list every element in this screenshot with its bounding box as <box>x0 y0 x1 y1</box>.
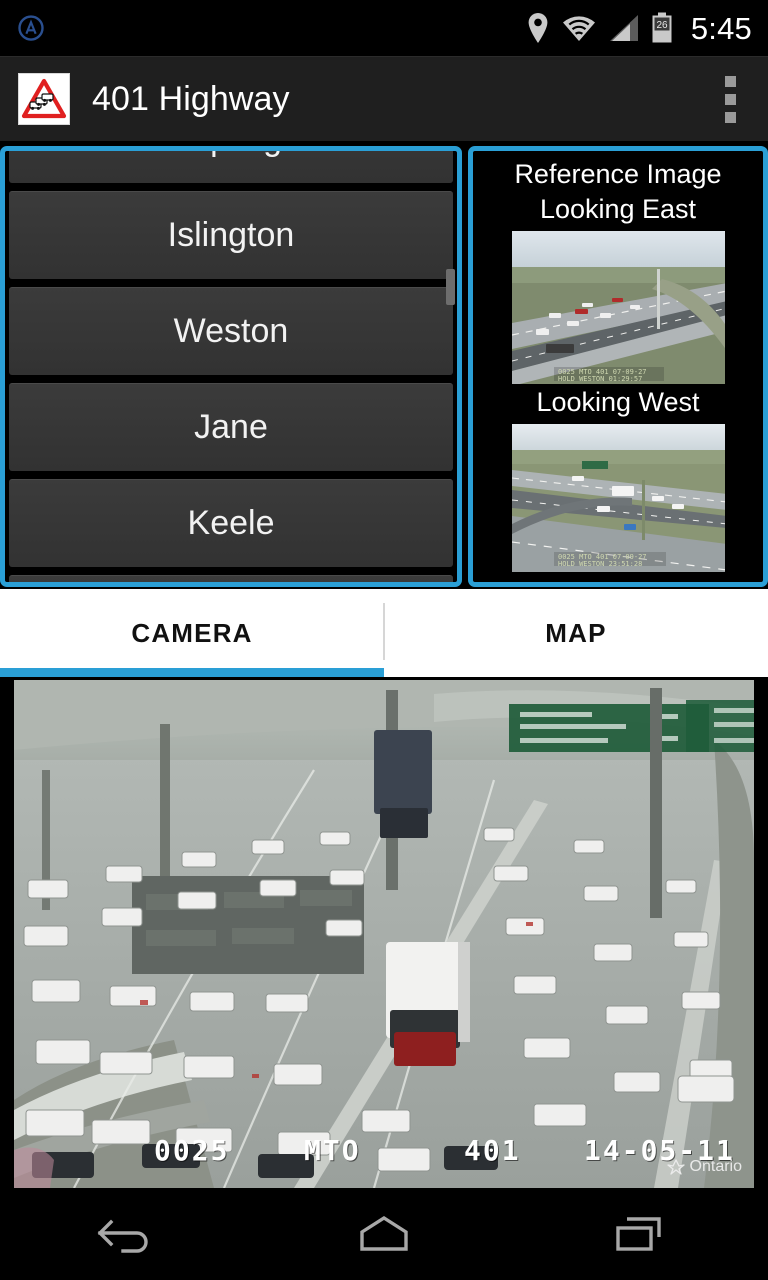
status-bar-icons: 26 5:45 <box>526 12 752 44</box>
overflow-dot <box>724 75 736 87</box>
ontario-watermark: Ontario <box>666 1158 742 1176</box>
vertical-scrollbar[interactable] <box>446 269 455 305</box>
camera-image[interactable]: 0025 MTO 401 14-05-11 HOLD WESTON 17:44:… <box>14 680 754 1188</box>
reference-thumb-west[interactable]: 0025 MTO 401 07-09-27 HOLD WESTON 23:51:… <box>510 423 726 573</box>
trillium-icon <box>666 1159 685 1175</box>
station-list-panel[interactable]: Kipling Islington Weston Jane Keele <box>0 146 462 587</box>
reference-image-title: Reference Image <box>514 159 722 189</box>
location-pin-icon <box>526 12 550 44</box>
tab-label: CAMERA <box>131 617 253 648</box>
svg-text:HOLD WESTON 01:29:57: HOLD WESTON 01:29:57 <box>558 375 642 383</box>
cellular-signal-icon <box>608 13 640 43</box>
status-bar-clock: 5:45 <box>690 10 752 46</box>
status-bar: 26 5:45 <box>0 0 768 56</box>
back-icon[interactable] <box>53 1188 203 1280</box>
system-navigation-bar <box>0 1188 768 1280</box>
overlay-camera-id: 0025 <box>154 1134 230 1167</box>
overlay-agency: MTO <box>304 1134 361 1167</box>
list-item[interactable] <box>9 575 453 582</box>
top-content-row: Kipling Islington Weston Jane Keele <box>0 141 768 589</box>
list-item[interactable]: Islington <box>9 191 453 279</box>
list-item[interactable]: Jane <box>9 383 453 471</box>
tab-divider <box>383 603 385 660</box>
battery-level-text: 26 <box>656 20 668 31</box>
list-item[interactable]: Keele <box>9 479 453 567</box>
status-bar-notifications <box>16 13 526 43</box>
looking-east-label: Looking East <box>539 194 697 224</box>
page-title: 401 Highway <box>92 79 290 118</box>
overflow-menu-icon[interactable] <box>710 69 750 129</box>
svg-text:HOLD WESTON 23:51:28: HOLD WESTON 23:51:28 <box>558 560 642 568</box>
looking-west-label: Looking West <box>536 387 700 417</box>
camera-overlay-line1: 0025 MTO 401 14-05-11 <box>154 1136 735 1166</box>
list-item[interactable]: Weston <box>9 287 453 375</box>
home-icon[interactable] <box>309 1188 459 1280</box>
wifi-icon <box>561 13 597 43</box>
tab-bar: CAMERA MAP <box>0 589 768 677</box>
tab-camera[interactable]: CAMERA <box>0 589 384 677</box>
tab-label: MAP <box>545 617 607 648</box>
camera-overlay-text: 0025 MTO 401 14-05-11 HOLD WESTON 17:44:… <box>154 1076 735 1188</box>
list-item-label: Islington <box>167 216 295 254</box>
reference-thumb-east[interactable]: 0025 MTO 401 07-09-27 HOLD WESTON 01:29:… <box>510 230 726 385</box>
station-list: Kipling Islington Weston Jane Keele <box>5 151 457 582</box>
circled-a-icon <box>16 13 46 43</box>
list-item-label: Kipling <box>180 151 282 159</box>
list-item-label: Keele <box>187 504 275 542</box>
overflow-dot <box>724 93 736 105</box>
list-item[interactable]: Kipling <box>9 151 453 183</box>
overlay-highway: 401 <box>464 1134 521 1167</box>
app-screen: 26 5:45 401 Highway Islington Weston Jan… <box>0 0 768 1280</box>
tab-map[interactable]: MAP <box>384 589 768 677</box>
overflow-dot <box>724 111 736 123</box>
recent-apps-icon[interactable] <box>565 1188 715 1280</box>
list-item-label: Weston <box>173 312 289 350</box>
traffic-congestion-warning-icon <box>18 73 70 125</box>
list-item-label: Jane <box>194 408 268 446</box>
app-bar: 401 Highway <box>0 57 768 141</box>
ontario-watermark-label: Ontario <box>689 1158 742 1175</box>
reference-image-panel: Reference Image Looking East 0025 MTO 40… <box>468 146 768 587</box>
battery-icon: 26 <box>651 12 673 44</box>
